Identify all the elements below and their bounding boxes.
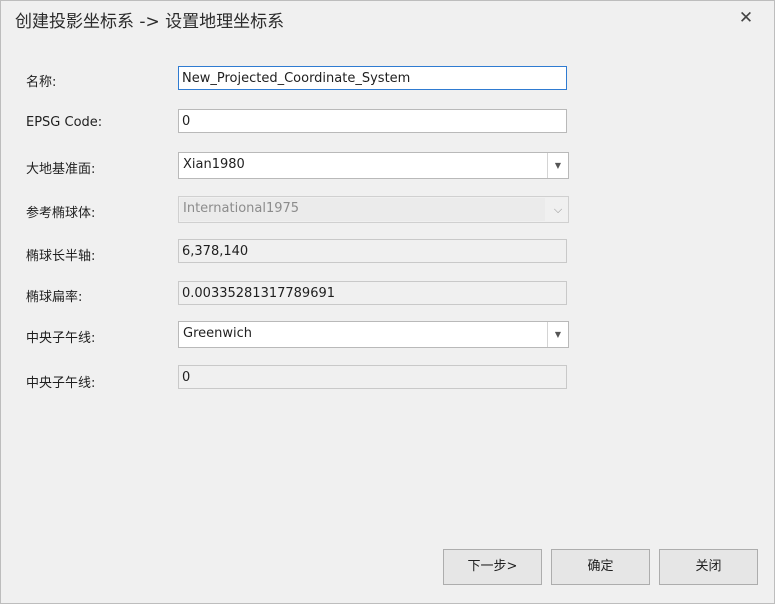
name-input[interactable] [178, 66, 567, 90]
ellipsoid-select: International1975 ⌵ [178, 196, 569, 223]
chevron-down-icon[interactable]: ▼ [547, 322, 568, 347]
central-meridian-offset-field [178, 365, 567, 389]
dialog-title: 创建投影坐标系 -> 设置地理坐标系 [15, 12, 285, 32]
semi-major-axis-label: 椭球长半轴: [26, 249, 96, 264]
name-label: 名称: [26, 75, 57, 90]
next-button[interactable]: 下一步> [443, 549, 542, 585]
datum-label: 大地基准面: [26, 162, 96, 177]
create-projected-cs-dialog: 创建投影坐标系 -> 设置地理坐标系 ✕ 名称: EPSG Code: 大地基准… [0, 0, 775, 604]
central-meridian-selected-value: Greenwich [183, 326, 252, 341]
chevron-down-icon[interactable]: ▼ [547, 153, 568, 178]
datum-selected-value: Xian1980 [183, 157, 245, 172]
central-meridian-offset-label: 中央子午线: [26, 376, 96, 391]
close-button[interactable]: 关闭 [659, 549, 758, 585]
ok-button[interactable]: 确定 [551, 549, 650, 585]
flattening-label: 椭球扁率: [26, 290, 83, 305]
epsg-code-label: EPSG Code: [26, 115, 103, 130]
semi-major-axis-field [178, 239, 567, 263]
datum-select[interactable]: Xian1980 ▼ [178, 152, 569, 179]
close-icon[interactable]: ✕ [736, 8, 756, 28]
central-meridian-select[interactable]: Greenwich ▼ [178, 321, 569, 348]
central-meridian-label: 中央子午线: [26, 331, 96, 346]
chevron-down-icon: ⌵ [553, 203, 563, 216]
ellipsoid-label: 参考椭球体: [26, 206, 96, 221]
epsg-code-input[interactable] [178, 109, 567, 133]
flattening-field [178, 281, 567, 305]
ellipsoid-selected-value: International1975 [183, 201, 300, 216]
